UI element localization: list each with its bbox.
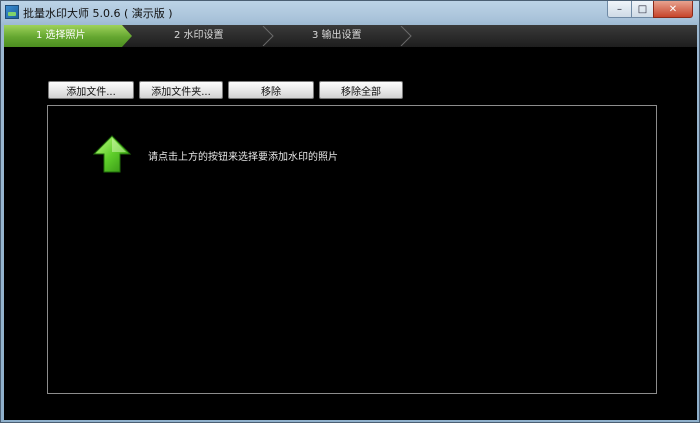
window-controls: – □ ✕ — [607, 1, 693, 19]
add-file-button[interactable]: 添加文件... — [48, 81, 134, 99]
empty-list-hint: 请点击上方的按钮来选择要添加水印的照片 — [148, 152, 338, 163]
step-output-settings[interactable]: 3 输出设置 — [272, 25, 412, 47]
step-bar: 1 选择照片 2 水印设置 3 输出设置 — [4, 25, 697, 48]
step-select-photos[interactable]: 1 选择照片 — [4, 25, 132, 47]
client-area: 1 选择照片 2 水印设置 3 输出设置 添加文件... 添加文件夹... 移除… — [4, 25, 697, 420]
step-separator-icon — [400, 26, 412, 46]
app-icon — [5, 5, 19, 19]
add-folder-button[interactable]: 添加文件夹... — [139, 81, 223, 99]
close-icon: ✕ — [668, 3, 678, 15]
remove-all-button[interactable]: 移除全部 — [319, 81, 403, 99]
remove-button[interactable]: 移除 — [228, 81, 314, 99]
maximize-icon: □ — [637, 3, 648, 15]
step-label: 1 选择照片 — [36, 30, 86, 41]
window-title: 批量水印大师 5.0.6 ( 演示版 ) — [23, 7, 173, 20]
title-bar[interactable]: 批量水印大师 5.0.6 ( 演示版 ) – □ ✕ — [1, 1, 699, 25]
green-up-arrow-icon — [92, 134, 132, 174]
step-watermark-settings[interactable]: 2 水印设置 — [132, 25, 272, 47]
minimize-icon: – — [617, 3, 622, 15]
step-label: 2 水印设置 — [174, 30, 224, 41]
minimize-button[interactable]: – — [607, 1, 631, 18]
step-label: 3 输出设置 — [312, 30, 362, 41]
app-window: 批量水印大师 5.0.6 ( 演示版 ) – □ ✕ 1 选择照片 2 水印设置 — [0, 0, 700, 423]
maximize-button[interactable]: □ — [631, 1, 653, 18]
photo-list[interactable]: 请点击上方的按钮来选择要添加水印的照片 — [47, 105, 657, 394]
close-button[interactable]: ✕ — [653, 1, 693, 18]
